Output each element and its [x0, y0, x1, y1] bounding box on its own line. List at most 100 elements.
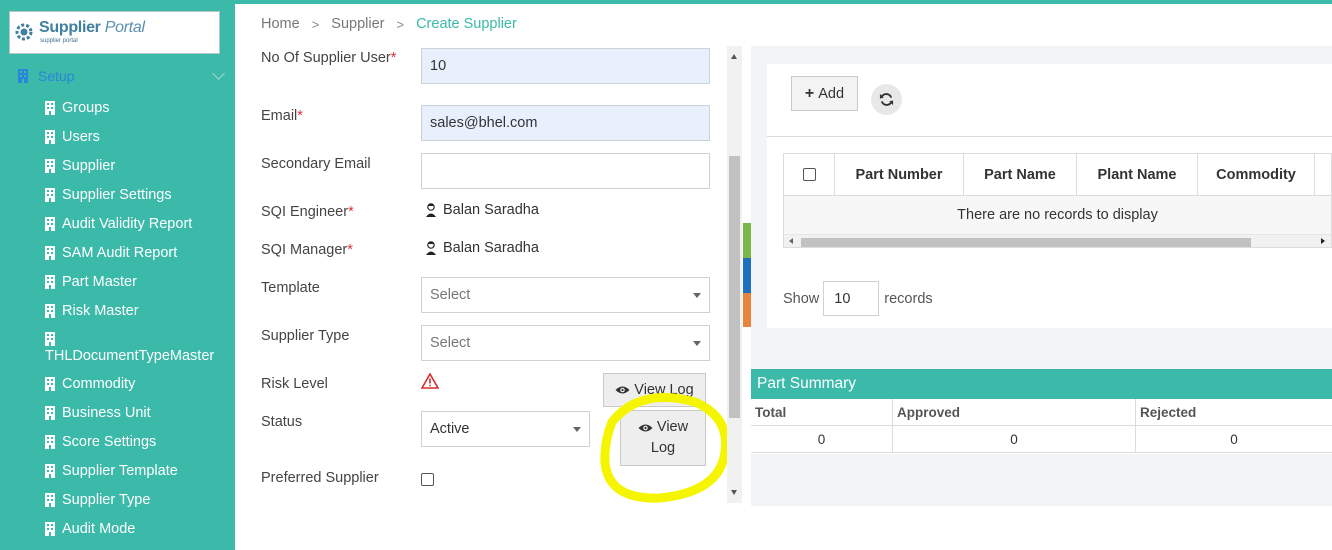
divider — [767, 136, 1332, 137]
summary-column-total: Total — [751, 399, 893, 425]
table-horizontal-scrollbar[interactable] — [784, 234, 1331, 247]
user-icon — [426, 203, 436, 217]
sidebar-item-risk-master[interactable]: Risk Master — [45, 303, 139, 319]
scroll-left-icon[interactable] — [789, 238, 793, 244]
sidebar-item-label: Supplier Type — [62, 492, 151, 508]
sidebar-item-label: Commodity — [62, 376, 136, 392]
sidebar-item-thldocumenttypemaster[interactable]: THLDocumentTypeMaster — [45, 332, 214, 364]
scroll-down-icon[interactable] — [731, 490, 737, 495]
email-label: Email* — [261, 108, 303, 124]
email-input[interactable]: sales@bhel.com — [421, 105, 710, 141]
sidebar-item-label: Supplier Settings — [62, 187, 172, 203]
status-select[interactable]: Active — [421, 411, 590, 447]
sqi-manager-value[interactable]: Balan Saradha — [425, 240, 539, 256]
building-icon — [45, 464, 55, 478]
scrollbar-thumb[interactable] — [801, 238, 1251, 247]
building-icon — [45, 493, 55, 507]
sidebar-item-part-master[interactable]: Part Master — [45, 274, 137, 290]
template-select[interactable]: Select — [421, 277, 710, 313]
building-icon — [45, 246, 55, 260]
column-plant-name[interactable]: Plant Name — [1077, 154, 1198, 195]
sidebar: Supplier Portal supplier portal Setup Gr… — [0, 0, 235, 550]
column-part-name[interactable]: Part Name — [964, 154, 1077, 195]
no-of-users-label: No Of Supplier User* — [261, 50, 397, 66]
building-icon — [45, 377, 55, 391]
select-all-checkbox[interactable] — [802, 168, 816, 181]
sidebar-item-supplier-template[interactable]: Supplier Template — [45, 463, 178, 479]
sidebar-item-label: Risk Master — [62, 303, 139, 319]
status-label: Status — [261, 414, 303, 430]
building-icon — [45, 406, 55, 420]
sidebar-item-sam-audit-report[interactable]: SAM Audit Report — [45, 245, 177, 261]
preferred-supplier-label: Preferred Supplier — [261, 470, 379, 486]
sidebar-item-supplier[interactable]: Supplier — [45, 158, 115, 174]
template-select-value: Select — [430, 287, 471, 303]
supplier-type-label: Supplier Type — [261, 328, 350, 344]
caret-down-icon — [693, 341, 701, 346]
sidebar-item-label: Business Unit — [62, 405, 151, 421]
select-all-cell — [784, 154, 835, 195]
building-icon — [45, 130, 55, 144]
building-icon — [18, 69, 28, 83]
building-icon — [45, 435, 55, 449]
user-icon — [426, 241, 436, 255]
sidebar-section-setup[interactable]: Setup — [18, 66, 233, 86]
breadcrumb-supplier[interactable]: Supplier — [331, 16, 384, 32]
part-summary-title: Part Summary — [751, 369, 1332, 399]
sidebar-item-audit-mode[interactable]: Audit Mode — [45, 521, 135, 537]
plus-icon: + — [804, 84, 815, 102]
building-icon — [45, 101, 55, 115]
preferred-supplier-checkbox[interactable] — [421, 473, 434, 486]
sidebar-item-audit-validity-report[interactable]: Audit Validity Report — [45, 216, 192, 232]
secondary-email-input[interactable] — [421, 153, 710, 189]
form-scrollbar[interactable] — [727, 46, 742, 503]
sqi-engineer-value[interactable]: Balan Saradha — [425, 202, 539, 218]
building-icon — [45, 275, 55, 289]
sidebar-item-commodity[interactable]: Commodity — [45, 376, 135, 392]
caret-down-icon — [693, 293, 701, 298]
page-size-input[interactable]: 10 — [823, 281, 880, 316]
page-size-control: Show 10 records — [783, 281, 933, 316]
building-icon — [45, 522, 55, 536]
column-commodity[interactable]: Commodity — [1198, 154, 1315, 195]
column-part-number[interactable]: Part Number — [835, 154, 964, 195]
scroll-right-icon[interactable] — [1321, 238, 1325, 244]
refresh-button[interactable] — [871, 84, 902, 115]
sidebar-item-supplier-settings[interactable]: Supplier Settings — [45, 187, 172, 203]
chevron-down-icon[interactable] — [212, 67, 225, 80]
sidebar-item-label: Groups — [62, 100, 110, 116]
template-label: Template — [261, 280, 320, 296]
breadcrumb: Home > Supplier > Create Supplier — [261, 16, 517, 32]
breadcrumb-separator: > — [311, 16, 320, 32]
supplier-type-select[interactable]: Select — [421, 325, 710, 361]
sidebar-item-business-unit[interactable]: Business Unit — [45, 405, 151, 421]
logo-title: Supplier Portal — [39, 19, 145, 36]
sidebar-item-score-settings[interactable]: Score Settings — [45, 434, 156, 450]
app-logo[interactable]: Supplier Portal supplier portal — [9, 11, 220, 54]
summary-column-rejected: Rejected — [1140, 404, 1197, 420]
logo-subtitle: supplier portal — [40, 38, 78, 44]
sidebar-item-supplier-type[interactable]: Supplier Type — [45, 492, 150, 508]
building-icon — [45, 304, 55, 318]
summary-approved-value: 0 — [893, 426, 1136, 452]
breadcrumb-separator: > — [396, 16, 405, 32]
parts-table: Part Number Part Name Plant Name Commodi… — [783, 153, 1332, 248]
sidebar-section-label: Setup — [38, 68, 75, 84]
sidebar-item-label: Users — [62, 129, 100, 145]
empty-table-message: There are no records to display — [784, 196, 1331, 234]
breadcrumb-home[interactable]: Home — [261, 16, 300, 32]
secondary-email-label: Secondary Email — [261, 156, 371, 172]
scrollbar-thumb[interactable] — [729, 156, 740, 418]
sidebar-item-users[interactable]: Users — [45, 129, 100, 145]
part-summary-table: Total Approved Rejected 0 0 0 — [751, 399, 1332, 454]
sidebar-item-label: Supplier Template — [62, 463, 178, 479]
scroll-up-icon[interactable] — [731, 54, 737, 59]
add-part-button[interactable]: + Add — [791, 76, 858, 111]
building-icon — [45, 188, 55, 202]
sidebar-item-groups[interactable]: Groups — [45, 100, 110, 116]
no-of-users-input[interactable]: 10 — [421, 48, 710, 84]
sidebar-item-label: Audit Mode — [62, 521, 136, 537]
supplier-type-select-value: Select — [430, 335, 471, 351]
breadcrumb-current: Create Supplier — [416, 16, 517, 32]
building-icon — [45, 159, 55, 173]
